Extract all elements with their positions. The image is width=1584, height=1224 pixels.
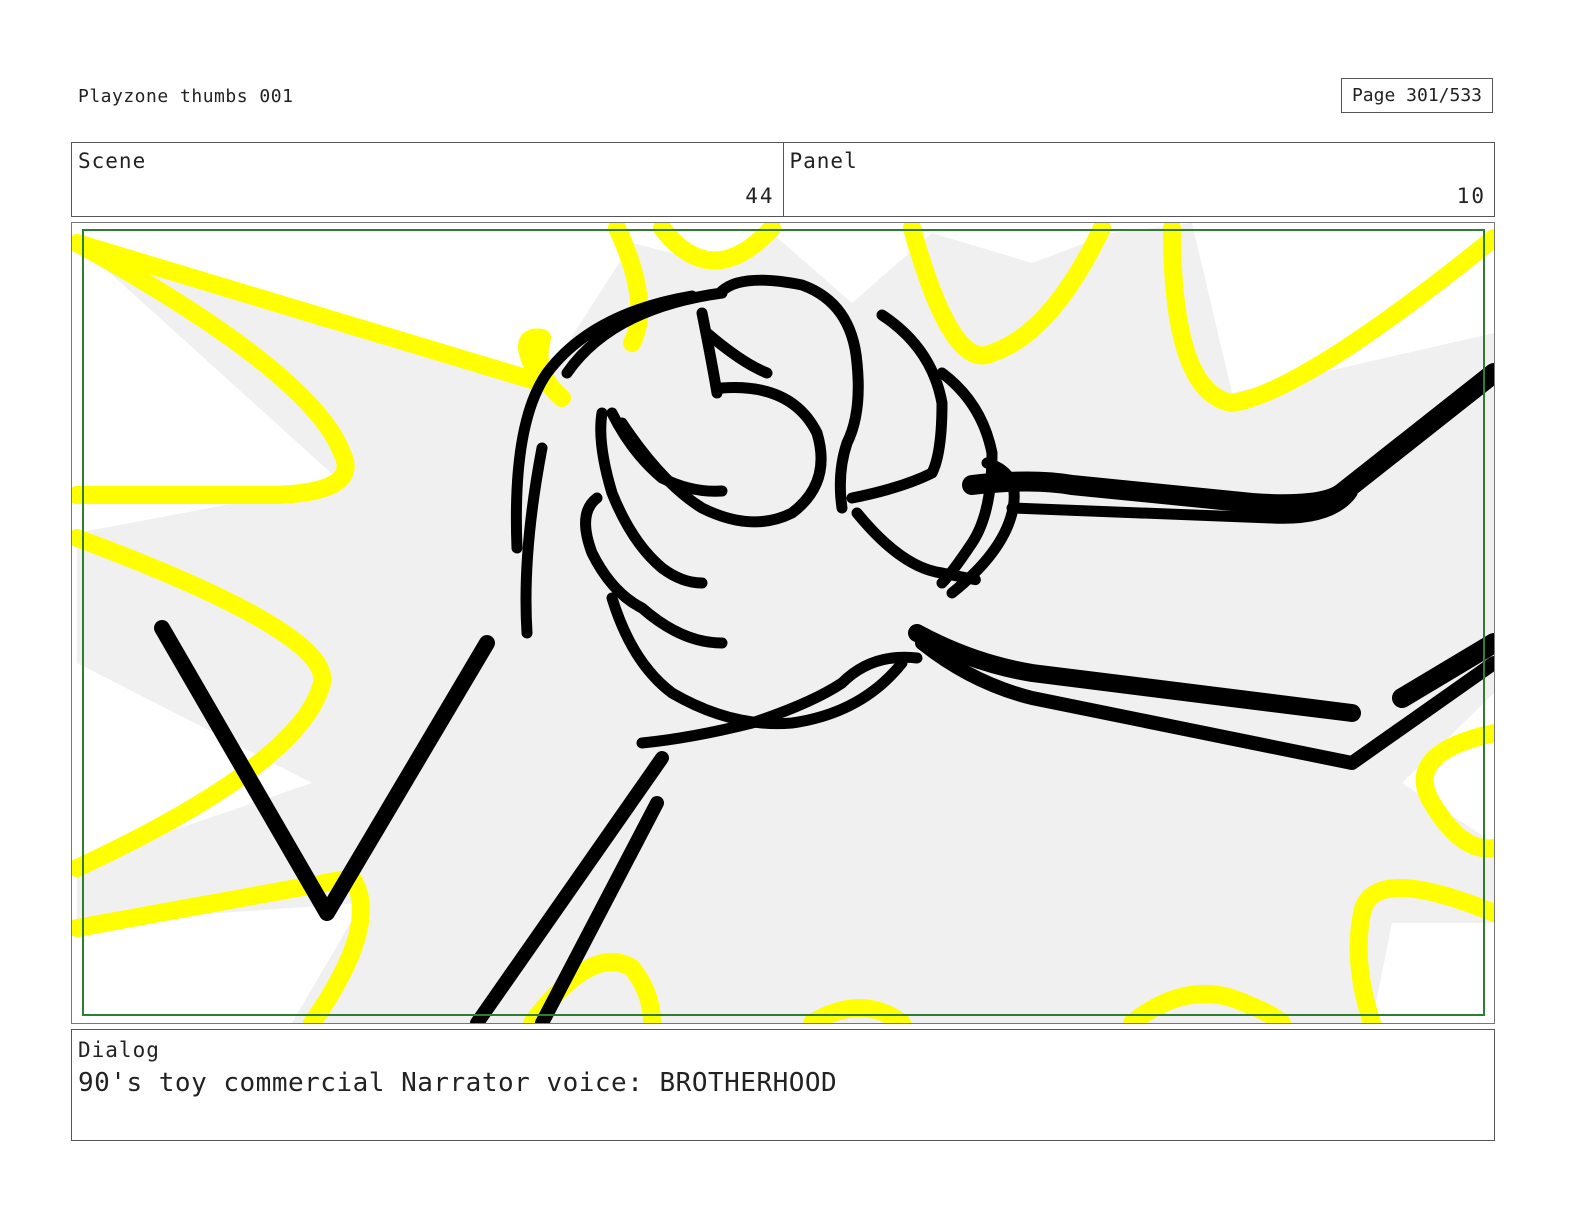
storyboard-frame [71,222,1495,1024]
storyboard-sketch [72,223,1494,1023]
scene-number: 44 [745,184,775,208]
dialog-text: 90's toy commercial Narrator voice: BROT… [78,1068,838,1098]
panel-label: Panel [789,149,858,173]
burst-background [77,223,1494,1023]
page-indicator: Page 301/533 [1341,78,1493,113]
scene-cell: Scene 44 [72,143,783,216]
scene-panel-table: Scene 44 Panel 10 [71,142,1495,217]
panel-number: 10 [1456,184,1486,208]
dialog-label: Dialog [78,1038,160,1062]
panel-cell: Panel 10 [782,143,1495,216]
dialog-box: Dialog 90's toy commercial Narrator voic… [71,1029,1495,1141]
scene-label: Scene [78,149,147,173]
document-title: Playzone thumbs 001 [78,86,294,107]
